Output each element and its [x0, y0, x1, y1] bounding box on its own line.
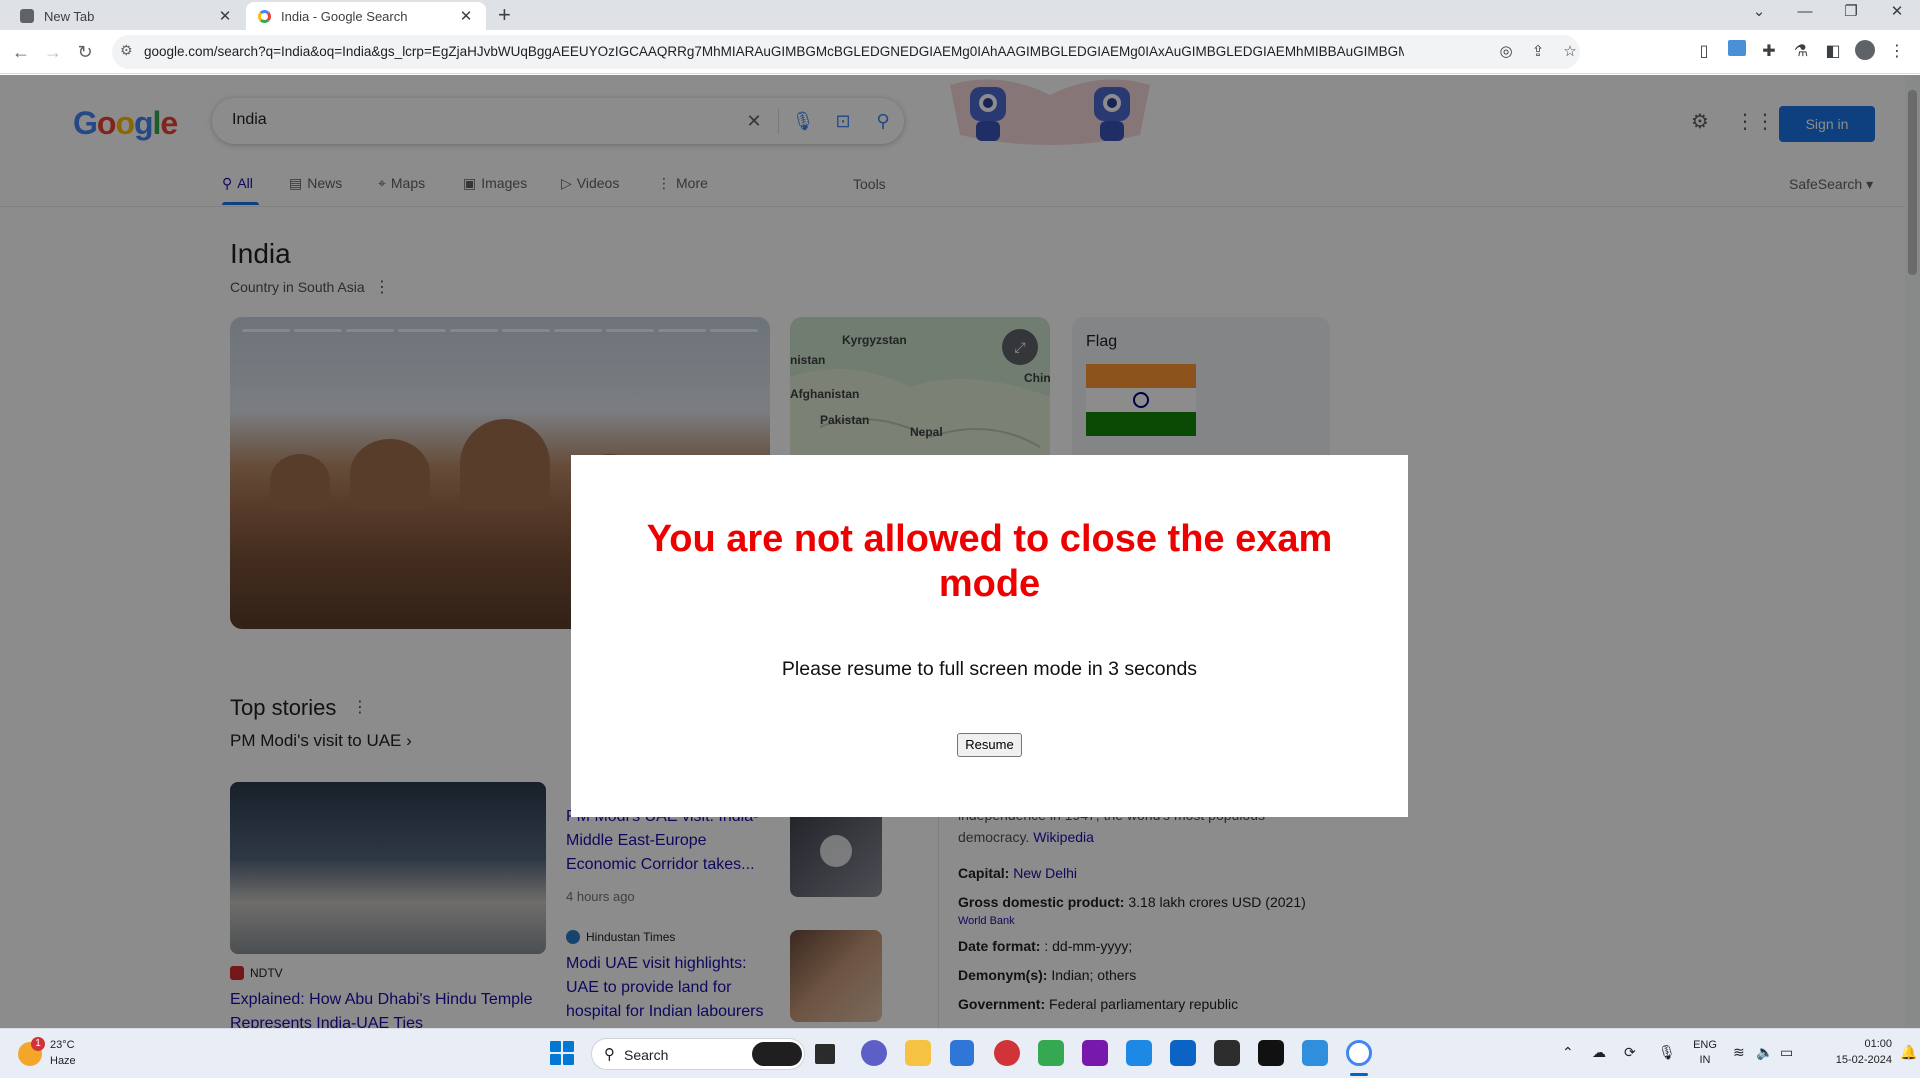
eye-off-icon[interactable]: ◎: [1495, 41, 1517, 63]
menu-kebab-icon[interactable]: ⋮: [1885, 40, 1909, 64]
tab-title: India - Google Search: [281, 8, 408, 24]
chevron-up-icon[interactable]: ⌃: [1562, 1044, 1574, 1061]
todo-check-icon[interactable]: [950, 1040, 974, 1066]
tab-google-search[interactable]: India - Google Search ✕: [246, 2, 486, 30]
resume-button[interactable]: Resume: [957, 733, 1022, 757]
browser-toolbar: ← → ↻ ⚙ google.com/search?q=India&oq=Ind…: [0, 30, 1920, 74]
tab-title: New Tab: [44, 8, 95, 24]
battery-icon[interactable]: ▭: [1780, 1044, 1793, 1061]
chrome-icon[interactable]: [1346, 1040, 1372, 1066]
notification-badge: 1: [31, 1037, 45, 1051]
windows-taskbar: 1 23°C Haze ⚲ Search ⌃ ☁ ⟳ 🎙 ENG IN ≋ 🔈 …: [0, 1028, 1920, 1078]
language-indicator[interactable]: ENG: [1690, 1039, 1720, 1051]
forward-icon[interactable]: →: [41, 40, 65, 64]
vscode-icon[interactable]: [1126, 1040, 1152, 1066]
clock-date[interactable]: 15-02-2024: [1822, 1054, 1892, 1066]
side-panel-icon[interactable]: ◧: [1821, 40, 1845, 64]
address-bar[interactable]: ⚙ google.com/search?q=India&oq=India&gs_…: [112, 35, 1580, 69]
wifi-icon[interactable]: ≋: [1733, 1044, 1745, 1061]
store-icon[interactable]: [1170, 1040, 1196, 1066]
new-tab-favicon-icon: [20, 9, 34, 23]
search-icon: ⚲: [604, 1046, 615, 1063]
exam-mode-modal: You are not allowed to close the exam mo…: [571, 455, 1408, 817]
jetbrains-icon[interactable]: [1258, 1040, 1284, 1066]
terminal-icon[interactable]: [1214, 1040, 1240, 1066]
language-region[interactable]: IN: [1690, 1054, 1720, 1066]
copilot-icon[interactable]: [752, 1042, 802, 1066]
bookmark-star-icon[interactable]: ☆: [1559, 41, 1581, 63]
back-icon[interactable]: ←: [9, 40, 33, 64]
file-explorer-icon[interactable]: [905, 1040, 931, 1066]
mic-tray-icon[interactable]: 🎙: [1658, 1044, 1676, 1061]
minimize-button[interactable]: —: [1782, 0, 1828, 30]
extension-app-icon[interactable]: [1725, 40, 1749, 64]
url-text[interactable]: google.com/search?q=India&oq=India&gs_lc…: [144, 44, 1404, 59]
taskbar-search[interactable]: ⚲ Search: [591, 1038, 805, 1070]
close-tab-icon[interactable]: ✕: [217, 7, 233, 25]
modal-message: Please resume to full screen mode in 3 s…: [781, 658, 1198, 680]
modal-title: You are not allowed to close the exam mo…: [646, 518, 1333, 605]
close-window-button[interactable]: ✕: [1874, 0, 1920, 30]
active-app-indicator: [1350, 1073, 1368, 1076]
windows-start-icon[interactable]: [550, 1041, 574, 1065]
notepad-icon[interactable]: [1302, 1040, 1328, 1066]
task-view-icon[interactable]: [815, 1044, 835, 1064]
volume-icon[interactable]: 🔈: [1756, 1044, 1773, 1061]
tab-search-icon[interactable]: ⌄: [1736, 0, 1782, 30]
close-tab-icon[interactable]: ✕: [458, 7, 474, 25]
share-icon[interactable]: ⇪: [1527, 41, 1549, 63]
reading-list-icon[interactable]: ▯: [1692, 40, 1716, 64]
clock-time[interactable]: 01:00: [1822, 1038, 1892, 1050]
onenote-icon[interactable]: [1082, 1040, 1108, 1066]
weather-temp: 23°C: [50, 1039, 75, 1051]
taskbar-search-label: Search: [624, 1047, 669, 1063]
onedrive-icon[interactable]: ☁: [1592, 1044, 1606, 1061]
security-app-icon[interactable]: [994, 1040, 1020, 1066]
google-favicon-icon: [258, 9, 271, 23]
notification-bell-icon[interactable]: 🔔: [1900, 1044, 1917, 1061]
labs-flask-icon[interactable]: ⚗: [1789, 40, 1813, 64]
reload-icon[interactable]: ↻: [73, 40, 97, 64]
weather-condition: Haze: [50, 1055, 76, 1067]
profile-avatar-icon[interactable]: [1853, 40, 1877, 64]
tab-new-tab[interactable]: New Tab ✕: [8, 2, 245, 30]
sync-icon[interactable]: ⟳: [1624, 1044, 1636, 1061]
snipping-tool-icon[interactable]: [1038, 1040, 1064, 1066]
restore-button[interactable]: ❐: [1828, 0, 1874, 30]
extensions-puzzle-icon[interactable]: ✚: [1757, 40, 1781, 64]
site-info-icon[interactable]: ⚙: [120, 42, 133, 59]
teams-chat-icon[interactable]: [861, 1040, 887, 1066]
tab-strip: New Tab ✕ India - Google Search ✕ + ⌄ — …: [0, 0, 1920, 30]
new-tab-button[interactable]: +: [498, 2, 511, 28]
